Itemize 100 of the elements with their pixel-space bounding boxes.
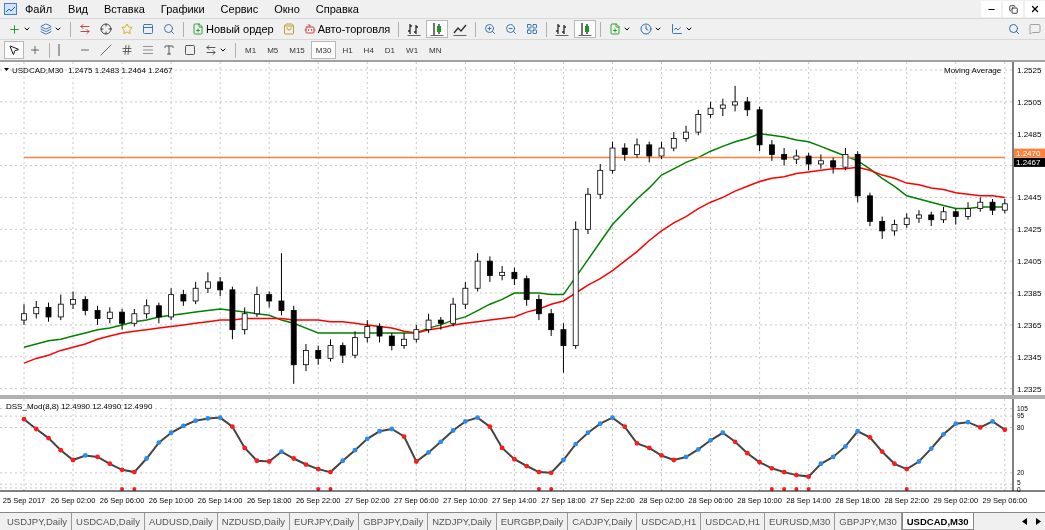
price-axis-label: 1.2405 — [1017, 257, 1042, 267]
candlestick — [57, 294, 64, 321]
zoom-out-icon — [505, 23, 518, 35]
chart-tab[interactable]: EURGBP,Daily — [496, 513, 569, 530]
menu-item[interactable]: Сервис — [212, 3, 267, 15]
app-icon — [4, 3, 17, 15]
chart-shift-button[interactable] — [574, 20, 597, 38]
restore-button[interactable] — [1003, 1, 1023, 17]
candlestick — [241, 306, 248, 335]
candlestick — [217, 276, 224, 297]
timeframe-button[interactable]: M15 — [284, 41, 310, 59]
chart-tab[interactable]: EURUSD,M30 — [765, 513, 836, 530]
chart-tab[interactable]: GBPJPY,M30 — [835, 513, 902, 530]
candlestick — [695, 109, 702, 136]
candlestick — [523, 275, 530, 307]
candlestick — [364, 319, 371, 343]
hash-icon — [121, 44, 133, 56]
timeframe-button[interactable]: MN — [424, 41, 447, 59]
menu-item[interactable]: Вид — [60, 3, 96, 15]
cursor-button[interactable] — [4, 41, 24, 59]
label-icon — [184, 44, 196, 56]
price-axis-label: 1.2505 — [1017, 97, 1042, 107]
candlestick — [94, 305, 101, 326]
candlestick — [192, 281, 199, 305]
candlestick — [119, 308, 125, 331]
candlestick — [548, 308, 555, 337]
candlestick — [683, 125, 689, 143]
chart-tab[interactable]: GBPJPY,Daily — [359, 513, 429, 530]
candlestick — [450, 297, 456, 327]
chart-tab[interactable]: EURJPY,Daily — [290, 513, 360, 530]
price-axis-label: 1.2485 — [1017, 129, 1042, 139]
menu-item[interactable]: Графики — [152, 3, 213, 15]
candlestick — [744, 96, 751, 117]
chart-tab[interactable]: USDJPY,Daily — [3, 513, 72, 530]
indicator-name: Moving Average — [944, 66, 1002, 75]
new-order-button[interactable]: Новый ордер — [188, 20, 278, 38]
auto-trading-button[interactable]: Авто-торговля — [299, 20, 395, 38]
candlestick — [646, 141, 653, 163]
chart-tab[interactable]: AUDUSD,Daily — [144, 513, 218, 530]
candlestick — [254, 286, 260, 318]
timeframe-button[interactable]: W1 — [401, 41, 424, 59]
candlestick-icon — [578, 22, 593, 36]
timeframe-button[interactable]: M30 — [310, 41, 337, 59]
close-button[interactable] — [1025, 1, 1045, 17]
timeframe-button[interactable]: H1 — [337, 41, 358, 59]
menu-item[interactable]: Файл — [17, 3, 61, 15]
candlestick — [486, 255, 493, 283]
timeframe-button[interactable]: M5 — [262, 41, 284, 59]
chart-tab[interactable]: USDCAD,Daily — [72, 513, 145, 530]
chart-tab[interactable]: USDCAD,H1 — [701, 513, 766, 530]
candlestick — [732, 85, 738, 112]
candlestick — [609, 141, 616, 175]
timeframe-button[interactable]: D1 — [379, 41, 401, 59]
candlestick — [352, 330, 358, 359]
price-axis-label: 1.2325 — [1017, 384, 1042, 394]
menu-item[interactable]: Справка — [307, 3, 367, 15]
chart-type-button[interactable] — [426, 20, 449, 38]
candlestick — [965, 201, 971, 221]
menu-item[interactable]: Вставка — [95, 3, 153, 15]
caret-icon — [654, 25, 663, 33]
candlestick — [339, 341, 346, 364]
candlestick — [303, 343, 309, 372]
robot-icon — [303, 23, 316, 35]
chart-icon — [671, 23, 684, 35]
chart-tab[interactable]: CADJPY,Daily — [568, 513, 638, 530]
candlestick — [425, 313, 432, 334]
timeframe-button[interactable]: M1 — [240, 41, 262, 59]
price-axis-label: 1.2445 — [1017, 193, 1042, 203]
crosshair-icon — [29, 44, 41, 56]
caret-icon — [23, 25, 31, 33]
price-tag: 1.2470 — [1014, 148, 1045, 159]
caret-icon — [685, 25, 694, 33]
speech-bubble-icon — [1029, 23, 1041, 35]
arrows-icon — [205, 44, 217, 56]
timeframe-button[interactable]: H4 — [358, 41, 379, 59]
arrows-icon — [79, 23, 91, 35]
document-plus-icon — [609, 23, 622, 35]
caret-icon — [54, 25, 62, 33]
chart-tab[interactable]: USDCAD,H1 — [637, 513, 702, 530]
candlestick — [916, 209, 922, 224]
caret-icon — [623, 25, 632, 33]
menu-item[interactable]: Окно — [266, 3, 308, 15]
layers-icon — [40, 23, 52, 35]
candlestick — [155, 302, 162, 324]
candlestick — [21, 303, 27, 326]
candlestick — [168, 287, 175, 321]
chart-tab[interactable]: NZDJPY,Daily — [428, 513, 497, 530]
candlestick — [670, 131, 677, 152]
candlestick — [205, 271, 211, 294]
candlestick — [818, 153, 824, 170]
grid-icon — [526, 23, 539, 35]
collapse-arrow-icon[interactable] — [4, 68, 9, 71]
chart-tab[interactable]: NZDUSD,Daily — [217, 513, 291, 530]
price-axis-label: 1.2385 — [1017, 289, 1042, 299]
ohlc-values: 1.2475 1.2483 1.2464 1.2467 — [68, 66, 173, 75]
diagonal-line-icon — [100, 44, 112, 56]
star-icon — [121, 23, 133, 35]
chart-tab[interactable]: USDCAD,M30 — [901, 513, 974, 530]
clock-icon — [640, 23, 653, 35]
price-axis-label: 1.2345 — [1017, 352, 1042, 362]
